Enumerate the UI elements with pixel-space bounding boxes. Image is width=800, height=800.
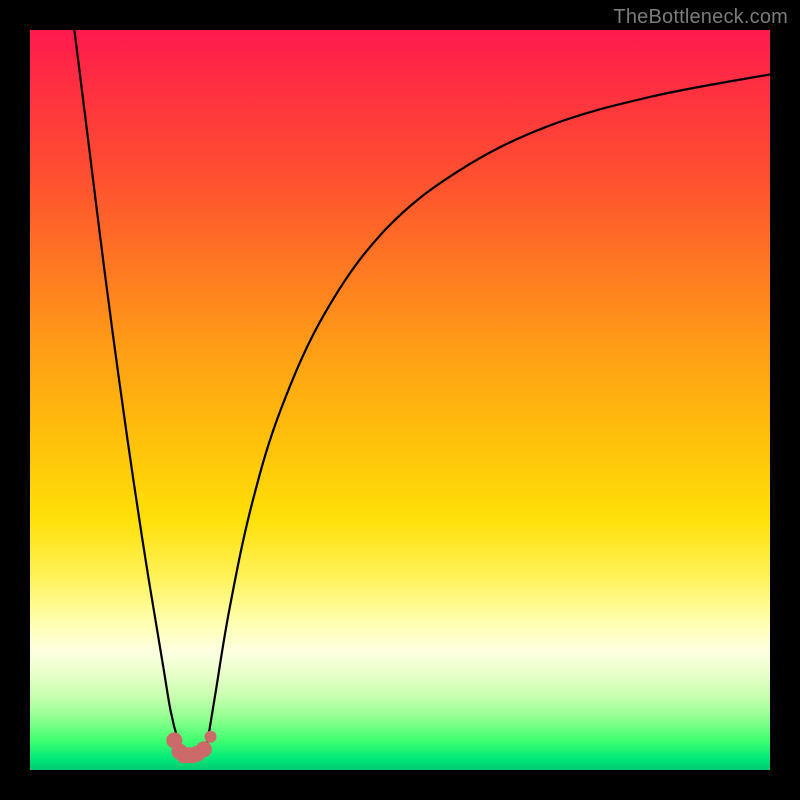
chart-svg <box>30 30 770 770</box>
chart-curve <box>204 74 770 755</box>
plot-area <box>30 30 770 770</box>
chart-dot <box>205 731 217 743</box>
chart-curve <box>74 30 184 755</box>
watermark-text: TheBottleneck.com <box>613 6 788 29</box>
chart-dot <box>196 741 212 757</box>
chart-frame: TheBottleneck.com <box>0 0 800 800</box>
